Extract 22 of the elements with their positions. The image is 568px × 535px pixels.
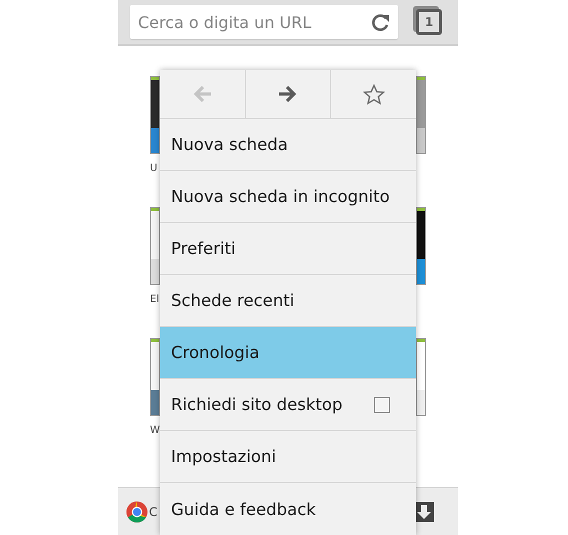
menu-item[interactable]: Guida e feedback: [160, 483, 416, 535]
thumbnail-label: U: [150, 163, 158, 174]
bottom-text: C: [149, 504, 158, 518]
thumbnail-label: El: [150, 294, 160, 305]
bookmark-button[interactable]: [331, 70, 416, 118]
menu-item[interactable]: Impostazioni: [160, 431, 416, 483]
back-arrow-icon: [191, 84, 214, 104]
star-icon: [362, 84, 385, 104]
menu-item[interactable]: Cronologia: [160, 327, 416, 379]
menu-item[interactable]: Preferiti: [160, 223, 416, 275]
checkbox[interactable]: [374, 396, 390, 412]
menu-item[interactable]: Nuova scheda in incognito: [160, 171, 416, 223]
tab-switcher-button[interactable]: 1: [416, 9, 442, 35]
menu-item[interactable]: Richiedi sito desktop: [160, 379, 416, 431]
reload-icon[interactable]: [371, 12, 391, 32]
menu-item[interactable]: Nuova scheda: [160, 119, 416, 171]
thumbnail-label: W: [150, 425, 160, 436]
url-field[interactable]: Cerca o digita un URL: [130, 5, 398, 39]
forward-button[interactable]: [246, 70, 332, 118]
download-icon[interactable]: [414, 502, 434, 522]
forward-arrow-icon: [277, 84, 299, 104]
browser-logo-icon: [126, 500, 148, 522]
